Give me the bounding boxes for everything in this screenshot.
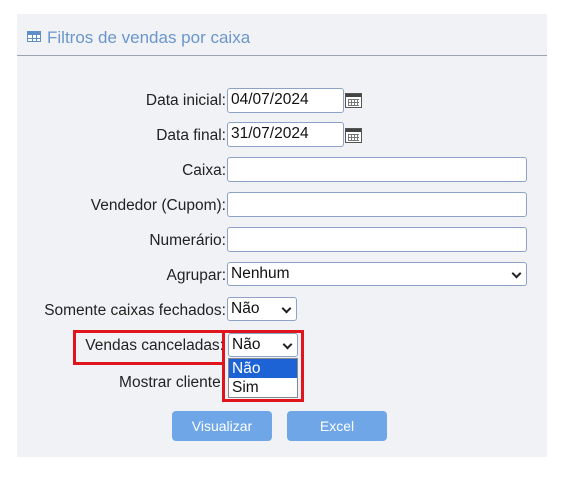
agrupar-selected: Nenhum	[231, 265, 290, 282]
agrupar-label: Agrupar:	[166, 267, 226, 284]
option-sim[interactable]: Sim	[229, 378, 297, 397]
somente-fechados-select[interactable]: Não	[227, 297, 297, 321]
panel-title: Filtros de vendas por caixa	[47, 28, 251, 47]
calendar-icon[interactable]	[345, 128, 362, 143]
mostrar-cliente-label: Mostrar cliente:	[119, 374, 225, 391]
agrupar-select[interactable]: Nenhum	[227, 262, 527, 286]
calendar-icon[interactable]	[345, 93, 362, 108]
table-icon	[27, 31, 41, 42]
chevron-down-icon	[511, 268, 522, 279]
somente-fechados-label: Somente caixas fechados:	[44, 302, 226, 319]
vendas-canceladas-label: Vendas canceladas:	[85, 337, 224, 354]
numerario-label: Numerário:	[149, 232, 226, 249]
vendas-canceladas-select[interactable]: Não	[228, 333, 298, 357]
vendedor-input[interactable]	[227, 192, 527, 217]
data-final-input[interactable]: 31/07/2024	[227, 122, 344, 147]
data-inicial-input[interactable]: 04/07/2024	[227, 88, 344, 113]
numerario-input[interactable]	[227, 227, 527, 252]
option-nao[interactable]: Não	[229, 359, 297, 378]
excel-button[interactable]: Excel	[287, 411, 387, 441]
data-inicial-label: Data inicial:	[145, 92, 226, 109]
chevron-down-icon	[282, 339, 293, 350]
vendas-canceladas-dropdown: Não Sim	[228, 358, 298, 398]
visualizar-button[interactable]: Visualizar	[172, 411, 272, 441]
vendas-canceladas-selected: Não	[232, 336, 261, 353]
caixa-label: Caixa:	[182, 162, 226, 179]
panel-header: Filtros de vendas por caixa	[17, 14, 547, 56]
somente-fechados-selected: Não	[231, 300, 260, 317]
data-final-label: Data final:	[156, 127, 226, 144]
vendedor-label: Vendedor (Cupom):	[90, 197, 226, 214]
chevron-down-icon	[281, 303, 292, 314]
caixa-input[interactable]	[227, 157, 527, 182]
